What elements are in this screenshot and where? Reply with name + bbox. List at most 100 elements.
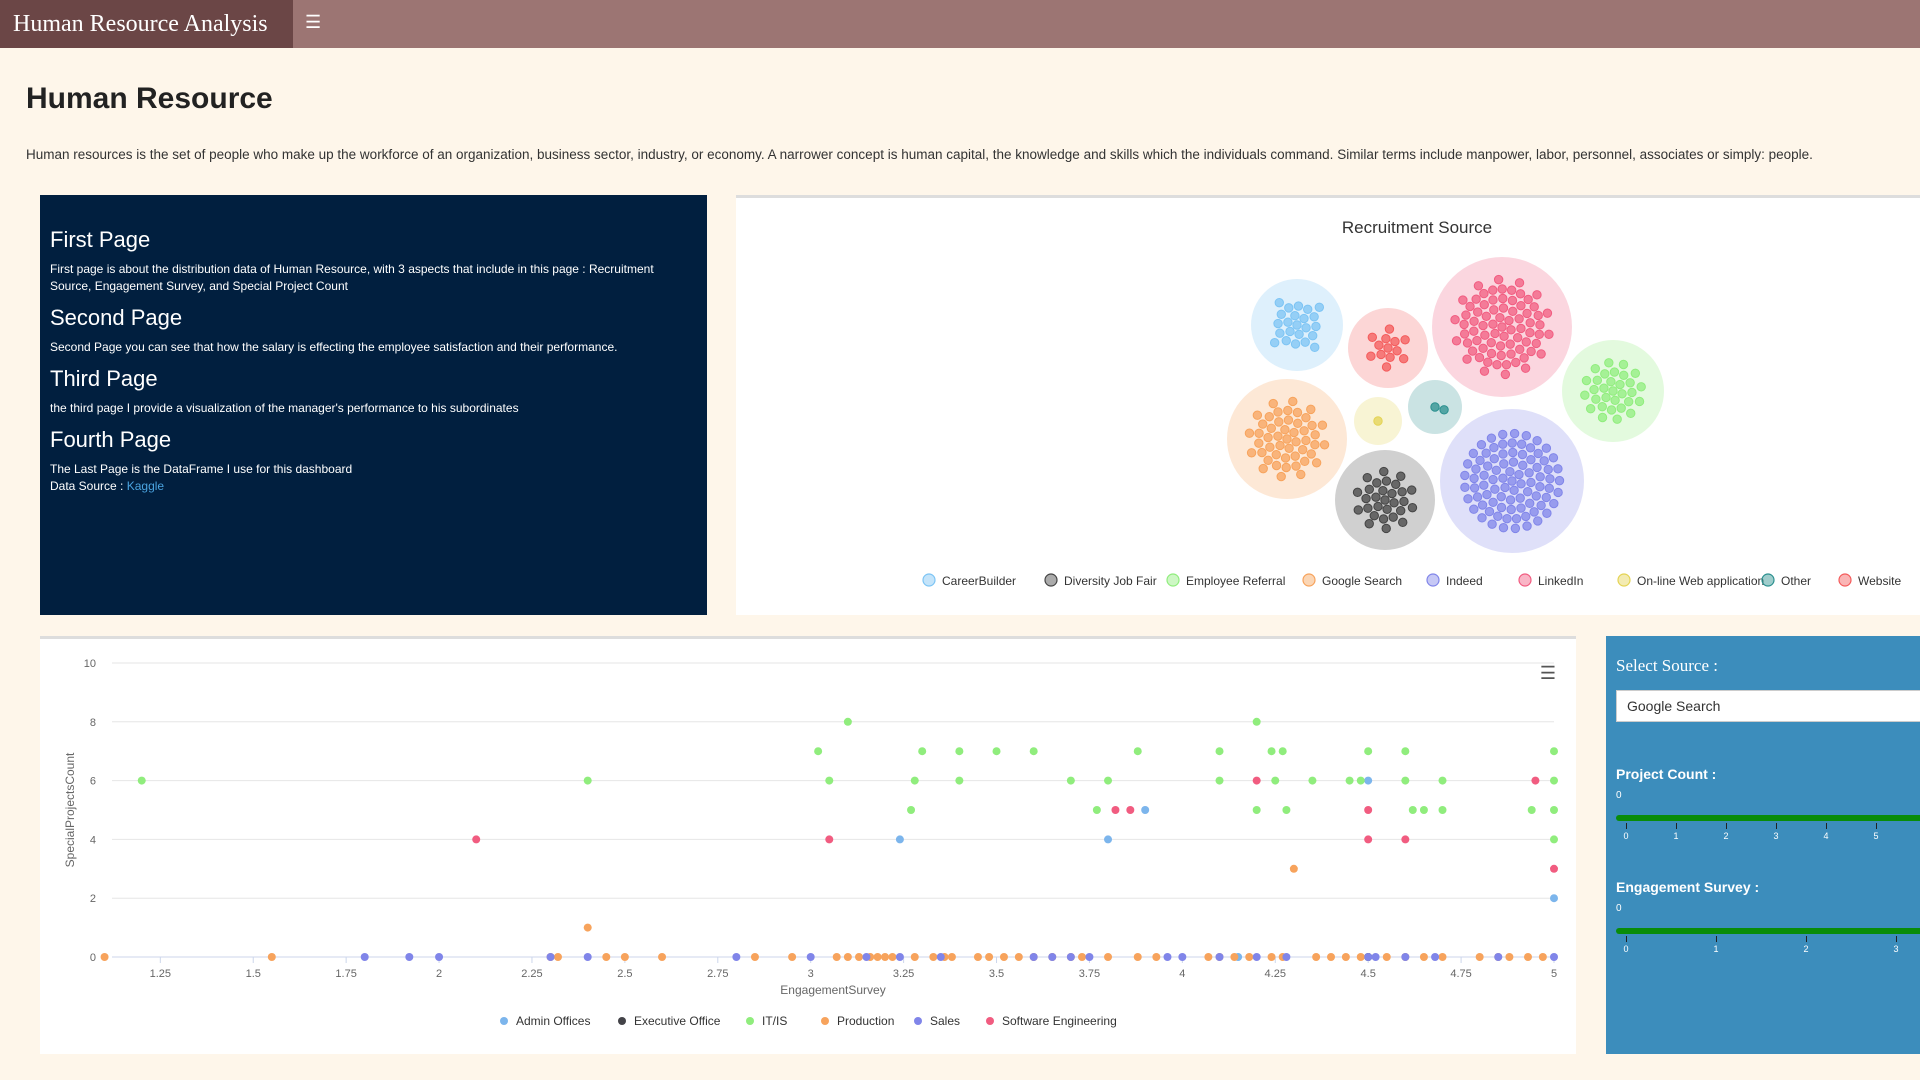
- legend-item-other[interactable]: Other: [1761, 573, 1811, 588]
- scatter-point[interactable]: [472, 835, 481, 844]
- scatter-point[interactable]: [583, 953, 592, 961]
- scatter-point[interactable]: [910, 953, 919, 961]
- scatter-point[interactable]: [1111, 806, 1120, 814]
- scatter-point[interactable]: [1438, 953, 1447, 961]
- scatter-point[interactable]: [832, 953, 841, 961]
- legend-item-software-engineering[interactable]: Software Engineering: [986, 1014, 1117, 1028]
- scatter-point[interactable]: [1531, 776, 1540, 785]
- scatter-point[interactable]: [806, 953, 815, 961]
- scatter-point[interactable]: [1550, 953, 1558, 961]
- scatter-point[interactable]: [1364, 953, 1373, 961]
- scatter-point[interactable]: [620, 953, 629, 961]
- source-select[interactable]: Google Search: [1616, 690, 1920, 722]
- scatter-point[interactable]: [1523, 953, 1532, 961]
- scatter-point[interactable]: [1356, 953, 1365, 961]
- scatter-point[interactable]: [1419, 953, 1428, 961]
- scatter-point[interactable]: [137, 776, 146, 785]
- scatter-point[interactable]: [1356, 776, 1365, 785]
- legend-item-google-search[interactable]: Google Search: [1302, 573, 1402, 588]
- scatter-point[interactable]: [1494, 953, 1503, 961]
- scatter-point[interactable]: [1048, 953, 1057, 961]
- bubble-linkedin[interactable]: [1432, 257, 1572, 397]
- scatter-point[interactable]: [788, 953, 797, 961]
- scatter-point[interactable]: [1104, 835, 1113, 844]
- scatter-point[interactable]: [1163, 953, 1172, 961]
- legend-item-linkedin[interactable]: LinkedIn: [1518, 573, 1583, 588]
- scatter-point[interactable]: [1252, 776, 1261, 785]
- scatter-point[interactable]: [658, 953, 667, 961]
- scatter-point[interactable]: [973, 953, 982, 961]
- legend-item-admin-offices[interactable]: Admin Offices: [500, 1014, 590, 1028]
- scatter-point[interactable]: [1401, 776, 1410, 785]
- scatter-point[interactable]: [1308, 776, 1317, 785]
- legend-item-on-line-web-application[interactable]: On-line Web application: [1617, 573, 1764, 588]
- scatter-point[interactable]: [1152, 953, 1161, 961]
- bubble-employee-referral[interactable]: [1562, 340, 1664, 442]
- scatter-point[interactable]: [814, 747, 823, 756]
- scatter-point[interactable]: [1289, 864, 1298, 873]
- scatter-point[interactable]: [1382, 953, 1391, 961]
- scatter-point[interactable]: [1066, 776, 1075, 785]
- scatter-point[interactable]: [918, 747, 927, 756]
- scatter-point[interactable]: [862, 953, 871, 961]
- scatter-point[interactable]: [405, 953, 414, 961]
- scatter-point[interactable]: [895, 953, 904, 961]
- scatter-point[interactable]: [1178, 953, 1187, 961]
- scatter-point[interactable]: [1475, 953, 1484, 961]
- scatter-point[interactable]: [1345, 776, 1354, 785]
- scatter-point[interactable]: [1282, 953, 1291, 961]
- scatter-point[interactable]: [1133, 747, 1142, 756]
- scatter-point[interactable]: [1550, 776, 1558, 785]
- scatter-point[interactable]: [1408, 806, 1417, 814]
- scatter-point[interactable]: [1505, 953, 1514, 961]
- scatter-point[interactable]: [1401, 747, 1410, 756]
- scatter-point[interactable]: [1215, 776, 1224, 785]
- scatter-point[interactable]: [1527, 806, 1536, 814]
- scatter-point[interactable]: [1271, 776, 1280, 785]
- scatter-point[interactable]: [1438, 776, 1447, 785]
- legend-item-production[interactable]: Production: [821, 1014, 894, 1028]
- scatter-point[interactable]: [985, 953, 994, 961]
- scatter-point[interactable]: [1215, 747, 1224, 756]
- scatter-point[interactable]: [843, 717, 852, 726]
- legend-item-it-is[interactable]: IT/IS: [746, 1014, 787, 1028]
- scatter-point[interactable]: [1550, 747, 1558, 756]
- scatter-point[interactable]: [1092, 806, 1101, 814]
- scatter-point[interactable]: [1252, 953, 1261, 961]
- scatter-point[interactable]: [947, 953, 956, 961]
- scatter-point[interactable]: [1419, 806, 1428, 814]
- scatter-point[interactable]: [873, 953, 882, 961]
- scatter-point[interactable]: [955, 776, 964, 785]
- scatter-point[interactable]: [1550, 835, 1558, 844]
- scatter-point[interactable]: [936, 953, 945, 961]
- scatter-point[interactable]: [1078, 953, 1087, 961]
- bubble-on-line-web-application[interactable]: [1354, 397, 1402, 445]
- legend-item-diversity-job-fair[interactable]: Diversity Job Fair: [1044, 573, 1157, 588]
- scatter-point[interactable]: [881, 953, 890, 961]
- legend-item-executive-office[interactable]: Executive Office: [618, 1014, 721, 1028]
- scatter-point[interactable]: [602, 953, 611, 961]
- scatter-point[interactable]: [1066, 953, 1075, 961]
- scatter-point[interactable]: [1341, 953, 1350, 961]
- scatter-point[interactable]: [435, 953, 444, 961]
- scatter-point[interactable]: [1401, 953, 1410, 961]
- scatter-point[interactable]: [1215, 953, 1224, 961]
- scatter-point[interactable]: [1029, 953, 1038, 961]
- kaggle-link[interactable]: Kaggle: [127, 479, 164, 493]
- scatter-point[interactable]: [1133, 953, 1142, 961]
- scatter-point[interactable]: [895, 835, 904, 844]
- legend-item-sales[interactable]: Sales: [914, 1014, 960, 1028]
- scatter-point[interactable]: [546, 953, 555, 961]
- scatter-point[interactable]: [1550, 894, 1558, 903]
- scatter-point[interactable]: [1327, 953, 1336, 961]
- scatter-point[interactable]: [1141, 806, 1150, 814]
- scatter-point[interactable]: [955, 747, 964, 756]
- menu-toggle-icon[interactable]: ☰: [305, 12, 321, 33]
- scatter-point[interactable]: [1104, 776, 1113, 785]
- scatter-point[interactable]: [1267, 953, 1276, 961]
- scatter-point[interactable]: [1230, 953, 1239, 961]
- scatter-point[interactable]: [1126, 806, 1135, 814]
- scatter-point[interactable]: [1538, 953, 1547, 961]
- scatter-point[interactable]: [910, 776, 919, 785]
- scatter-point[interactable]: [1085, 953, 1094, 961]
